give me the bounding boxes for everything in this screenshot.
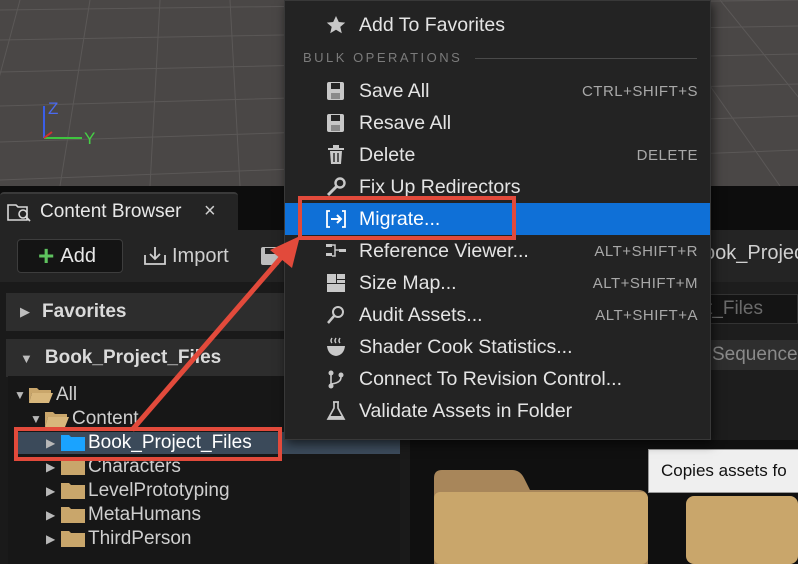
shader-cook-icon <box>327 337 345 356</box>
tree-item-metahumans[interactable]: ▶ MetaHumans <box>46 503 201 527</box>
menu-item-label: Audit Assets... <box>359 303 483 326</box>
import-button[interactable]: Import <box>142 242 229 270</box>
save-icon <box>327 82 344 100</box>
save-all-toolbar-icon[interactable] <box>260 246 282 266</box>
axis-z-label: Z <box>48 99 58 118</box>
highlight-box-migrate <box>298 196 516 240</box>
folder-thumbnail[interactable] <box>686 496 798 564</box>
tree-item-thirdperson[interactable]: ▶ ThirdPerson <box>46 527 192 551</box>
axis-y-label: Y <box>84 129 95 148</box>
menu-item-label: Shader Cook Statistics... <box>359 335 573 358</box>
menu-item-label: Reference Viewer... <box>359 239 529 262</box>
collapsed-arrow-icon: ▶ <box>46 484 56 498</box>
favorites-label: Favorites <box>42 301 127 322</box>
size-map-icon <box>327 274 345 292</box>
section-divider <box>475 58 697 59</box>
tab-content-browser[interactable]: Content Browser × <box>0 192 238 230</box>
open-folder-icon <box>45 412 69 427</box>
flask-icon <box>326 401 346 420</box>
reference-viewer-icon <box>326 244 346 257</box>
menu-item-validate-assets[interactable]: Validate Assets in Folder <box>285 395 710 427</box>
close-tab-icon[interactable]: × <box>204 200 216 223</box>
collapsed-arrow-icon: ▶ <box>46 532 56 546</box>
tab-title: Content Browser <box>40 201 182 222</box>
folder-thumbnail[interactable] <box>434 466 648 564</box>
menu-item-label: Size Map... <box>359 271 457 294</box>
add-button[interactable]: + Add <box>17 239 123 273</box>
menu-item-label: Add To Favorites <box>359 13 505 36</box>
menu-item-connect-revision-control[interactable]: Connect To Revision Control... <box>285 363 710 395</box>
menu-item-shortcut: DELETE <box>636 146 698 164</box>
axis-gizmo: Z Y <box>43 99 95 148</box>
folder-icon <box>61 531 85 547</box>
folder-icon <box>61 507 85 523</box>
tree-item-all[interactable]: ▼ All <box>14 383 77 407</box>
menu-item-resave-all[interactable]: Resave All <box>285 107 710 139</box>
tree-item-label: ThirdPerson <box>88 528 192 549</box>
expanded-arrow-icon: ▼ <box>20 350 33 366</box>
menu-item-label: Validate Assets in Folder <box>359 399 573 422</box>
menu-item-delete[interactable]: Delete DELETE <box>285 139 710 171</box>
trash-icon <box>328 145 344 164</box>
folder-icon <box>61 483 85 499</box>
project-header[interactable]: ▼ Book_Project_Files <box>6 339 286 377</box>
menu-item-audit-assets[interactable]: Audit Assets... ALT+SHIFT+A <box>285 299 710 331</box>
open-folder-icon <box>29 388 53 403</box>
content-browser-icon <box>7 204 31 222</box>
expanded-arrow-icon: ▼ <box>14 388 26 402</box>
tree-item-label: MetaHumans <box>88 504 201 525</box>
filter-chip[interactable]: Sequence <box>706 340 798 370</box>
search-input[interactable]: t_Files <box>700 294 798 324</box>
collapsed-arrow-icon: ▶ <box>46 460 56 474</box>
menu-item-label: Resave All <box>359 111 452 134</box>
save-icon <box>327 114 344 132</box>
breadcrumb-path[interactable]: ook_Projec <box>704 242 798 265</box>
menu-item-save-all[interactable]: Save All CTRL+SHIFT+S <box>285 75 710 107</box>
favorites-header[interactable]: ▶ Favorites <box>6 293 286 331</box>
tree-item-label: LevelPrototyping <box>88 480 230 501</box>
tooltip: Copies assets fo <box>648 449 798 493</box>
menu-item-size-map[interactable]: Size Map... ALT+SHIFT+M <box>285 267 710 299</box>
star-icon <box>326 16 346 34</box>
highlight-box-folder <box>14 427 282 461</box>
tree-item-levelprototyping[interactable]: ▶ LevelPrototyping <box>46 479 230 503</box>
menu-item-add-to-favorites[interactable]: Add To Favorites <box>285 9 710 41</box>
menu-item-label: Save All <box>359 79 430 102</box>
revision-control-icon <box>328 370 344 389</box>
wrench-icon <box>326 177 346 197</box>
add-label: Add <box>60 244 96 267</box>
section-header-bulk-operations: BULK OPERATIONS <box>303 50 463 65</box>
tree-item-label: All <box>56 384 78 405</box>
collapsed-arrow-icon: ▶ <box>20 304 30 319</box>
plus-icon: + <box>38 240 55 271</box>
menu-item-shortcut: ALT+SHIFT+M <box>592 274 698 292</box>
import-icon <box>144 247 166 265</box>
audit-icon <box>327 306 344 324</box>
menu-item-label: Connect To Revision Control... <box>359 367 623 390</box>
menu-item-label: Delete <box>359 143 416 166</box>
collapsed-arrow-icon: ▶ <box>46 508 56 522</box>
menu-item-shortcut: ALT+SHIFT+R <box>594 242 698 260</box>
import-label: Import <box>172 244 229 267</box>
menu-item-shader-cook-statistics[interactable]: Shader Cook Statistics... <box>285 331 710 363</box>
project-label: Book_Project_Files <box>44 347 222 368</box>
expanded-arrow-icon: ▼ <box>30 412 42 426</box>
menu-item-shortcut: ALT+SHIFT+A <box>595 306 698 324</box>
menu-item-shortcut: CTRL+SHIFT+S <box>581 82 698 100</box>
